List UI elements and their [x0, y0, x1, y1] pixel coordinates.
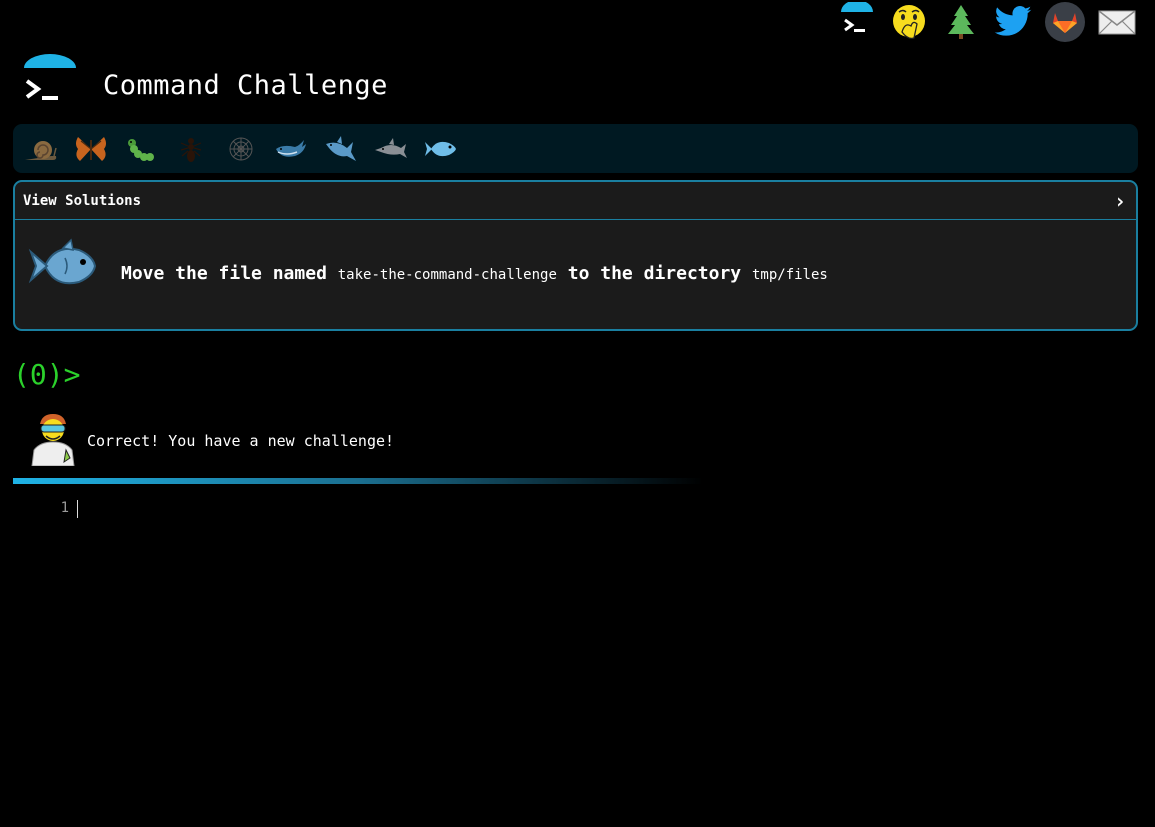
level-bar: [13, 124, 1138, 173]
text-cursor: [77, 500, 78, 518]
challenge-card: View Solutions › Move the file named tak…: [13, 180, 1138, 331]
task-file: take-the-command-challenge: [337, 267, 557, 283]
page-title: Command Challenge: [103, 70, 388, 101]
divider: [13, 478, 703, 484]
app-logo[interactable]: [22, 54, 78, 110]
command-editor[interactable]: 1: [13, 496, 1138, 796]
shushing-face-icon[interactable]: [889, 2, 929, 42]
level-ant-icon[interactable]: [171, 129, 211, 169]
level-dolphin-icon[interactable]: [371, 129, 411, 169]
shell-prompt: (0)>: [13, 358, 81, 391]
terminal-logo-icon[interactable]: [837, 2, 877, 42]
feedback-message: Correct! You have a new challenge!: [87, 432, 395, 450]
line-number: 1: [60, 500, 69, 516]
challenge-description: Move the file named take-the-command-cha…: [121, 263, 828, 284]
top-icon-bar: [837, 0, 1137, 44]
scientist-avatar: [28, 412, 78, 470]
level-snail-icon[interactable]: [21, 129, 61, 169]
pine-tree-icon[interactable]: [941, 2, 981, 42]
task-middle: to the directory: [567, 263, 742, 284]
level-shark-icon[interactable]: [321, 129, 361, 169]
fish-icon: [27, 238, 99, 298]
task-prefix: Move the file named: [121, 263, 327, 284]
level-caterpillar-icon[interactable]: [121, 129, 161, 169]
task-directory: tmp/files: [751, 267, 828, 283]
level-whale-icon[interactable]: [271, 129, 311, 169]
view-solutions-label: View Solutions: [23, 192, 142, 209]
chevron-right-icon: ›: [1113, 188, 1126, 213]
level-fish-icon[interactable]: [421, 129, 461, 169]
level-spiderweb-icon[interactable]: [221, 129, 261, 169]
challenge-body: Move the file named take-the-command-cha…: [15, 220, 1136, 329]
level-butterfly-icon[interactable]: [71, 129, 111, 169]
mail-icon[interactable]: [1097, 2, 1137, 42]
gitlab-icon[interactable]: [1045, 2, 1085, 42]
view-solutions-toggle[interactable]: View Solutions ›: [15, 182, 1136, 220]
twitter-icon[interactable]: [993, 2, 1033, 42]
